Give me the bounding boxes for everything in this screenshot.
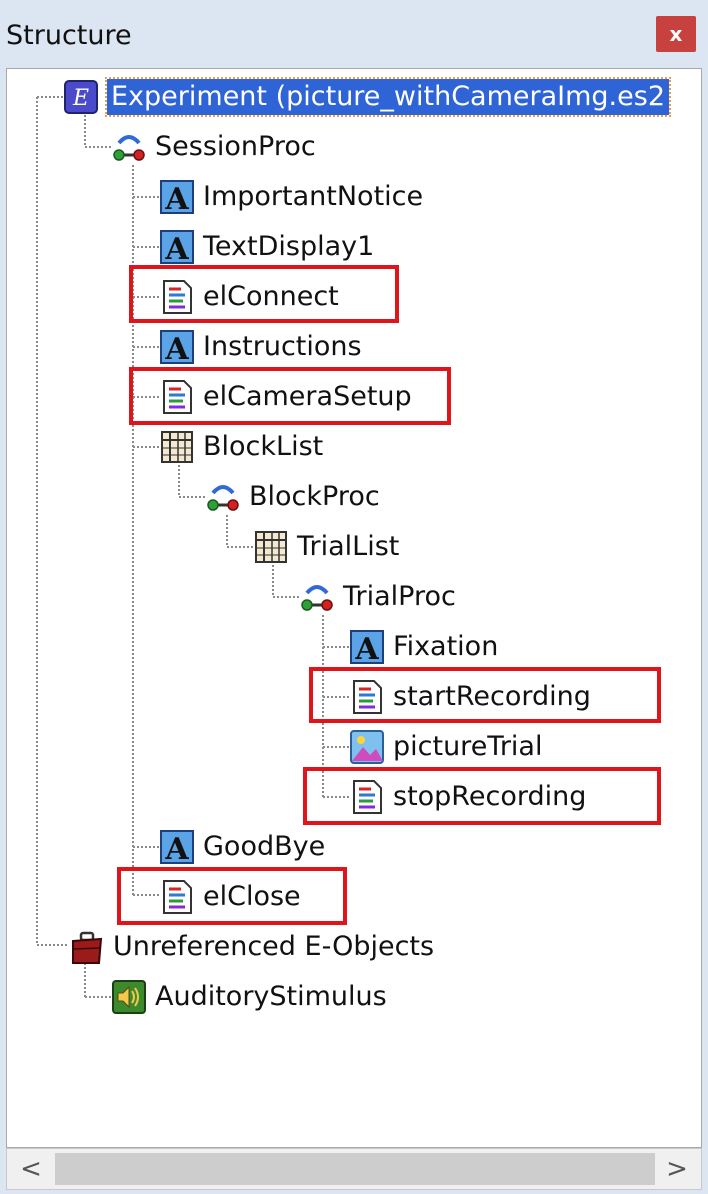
tree-node-trialproc[interactable]: TrialProc [299,577,456,617]
tree-node-instructions[interactable]: A Instructions [159,327,362,367]
svg-text:E: E [72,86,89,111]
panel-titlebar: Structure x [0,0,708,68]
tree-node-experiment[interactable]: E Experiment (picture_withCameraImg.es2 [63,77,672,117]
picture-icon [350,730,384,764]
experiment-icon: E [64,80,98,114]
tree-node-sessionproc[interactable]: SessionProc [111,127,316,167]
highlight-box-stoprecording [303,767,661,825]
node-label: AuditoryStimulus [155,981,387,1012]
procedure-icon [207,485,239,511]
scrollbar-thumb[interactable] [55,1153,655,1185]
svg-text:A: A [164,232,189,265]
highlight-box-elclose [117,867,347,925]
node-label: ImportantNotice [203,181,424,212]
sound-icon [112,980,146,1014]
list-grid-icon [255,531,287,563]
node-label: BlockList [203,431,324,462]
tree-node-picturetrial[interactable]: pictureTrial [349,727,542,767]
tree-node-importantnotice[interactable]: A ImportantNotice [159,177,423,217]
list-grid-icon [161,431,193,463]
scroll-left-arrow-icon[interactable]: < [11,1149,51,1189]
svg-text:A: A [164,832,189,865]
svg-text:A: A [164,182,189,215]
briefcase-icon [72,931,103,964]
procedure-icon [113,135,145,161]
node-label: Fixation [393,631,499,662]
svg-text:A: A [164,332,189,365]
node-label: Experiment (picture_withCameraImg.es2 [104,77,672,117]
text-display-icon: A [160,180,194,215]
structure-tree: E Experiment (picture_withCameraImg.es2 … [6,68,702,1148]
text-display-icon: A [160,330,194,365]
tree-node-unreferenced[interactable]: Unreferenced E-Objects [69,927,434,967]
svg-text:A: A [354,632,379,665]
tree-node-auditorystimulus[interactable]: AuditoryStimulus [111,977,387,1017]
node-label: TextDisplay1 [203,231,375,262]
scroll-right-arrow-icon[interactable]: > [657,1149,697,1189]
tree-node-blocklist[interactable]: BlockList [159,427,323,467]
text-display-icon: A [160,830,194,865]
tree-node-fixation[interactable]: A Fixation [349,627,498,667]
text-display-icon: A [350,630,384,665]
node-label: BlockProc [249,481,380,512]
structure-panel: Structure x E Experiment (picture_withCa… [0,0,708,1194]
node-label: GoodBye [203,831,326,862]
tree-node-blockproc[interactable]: BlockProc [205,477,380,517]
node-label: Instructions [203,331,362,362]
node-label: Unreferenced E-Objects [113,931,435,962]
horizontal-scrollbar[interactable]: < > [6,1148,702,1190]
close-button[interactable]: x [656,16,696,52]
procedure-icon [301,585,333,611]
node-label: pictureTrial [393,731,543,762]
tree-node-textdisplay1[interactable]: A TextDisplay1 [159,227,374,267]
highlight-box-elconnect [129,265,399,323]
highlight-box-elcamerasetup [129,367,451,425]
node-label: TrialList [297,531,400,562]
text-display-icon: A [160,230,194,265]
highlight-box-startrecording [309,667,661,723]
tree-node-goodbye[interactable]: A GoodBye [159,827,325,867]
node-label: SessionProc [155,131,316,162]
panel-title: Structure [6,20,132,51]
tree-node-triallist[interactable]: TrialList [253,527,399,567]
node-label: TrialProc [343,581,456,612]
